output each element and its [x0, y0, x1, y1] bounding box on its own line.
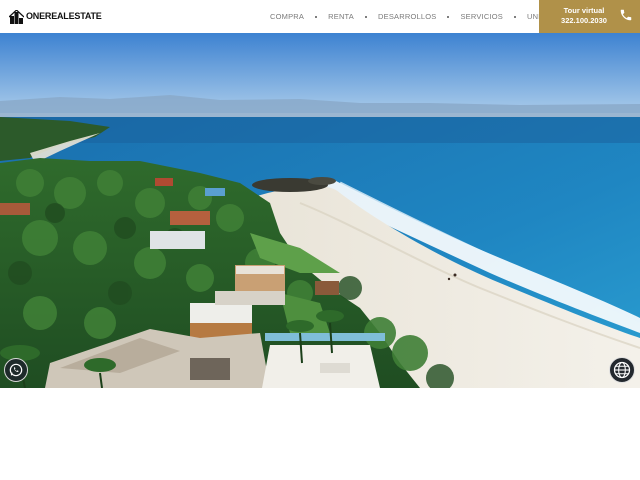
nav-item-renta[interactable]: RENTA — [328, 12, 354, 21]
nav-item-compra[interactable]: COMPRA — [270, 12, 304, 21]
globe-icon — [613, 361, 631, 379]
brand-name: ONEREALESTATE — [26, 11, 102, 21]
hero-image — [0, 33, 640, 388]
phone-icon — [620, 9, 632, 21]
nav-separator — [365, 15, 367, 18]
nav-item-desarrollos[interactable]: DESARROLLOS — [378, 12, 436, 21]
nav-separator — [513, 15, 516, 18]
page-content-area — [0, 388, 640, 480]
tour-phone-number: 322.100.2030 — [561, 16, 607, 25]
building-icon — [9, 9, 24, 24]
nav-separator — [315, 15, 318, 18]
whatsapp-icon — [9, 363, 23, 377]
language-selector-button[interactable] — [609, 357, 635, 383]
whatsapp-button[interactable] — [4, 358, 28, 382]
nav-separator — [447, 15, 450, 18]
tour-virtual-label: Tour virtual — [563, 6, 605, 15]
nav-item-servicios[interactable]: SERVICIOS — [460, 12, 503, 21]
tour-virtual-button[interactable]: Tour virtual 322.100.2030 — [539, 0, 640, 33]
brand-logo[interactable]: ONEREALESTATE — [9, 9, 102, 24]
main-nav: COMPRA RENTA DESARROLLOS SERVICIOS UNETE — [270, 0, 553, 33]
aerial-beach-coastline-photo — [0, 33, 640, 388]
site-header: ONEREALESTATE COMPRA RENTA DESARROLLOS S… — [0, 0, 640, 33]
